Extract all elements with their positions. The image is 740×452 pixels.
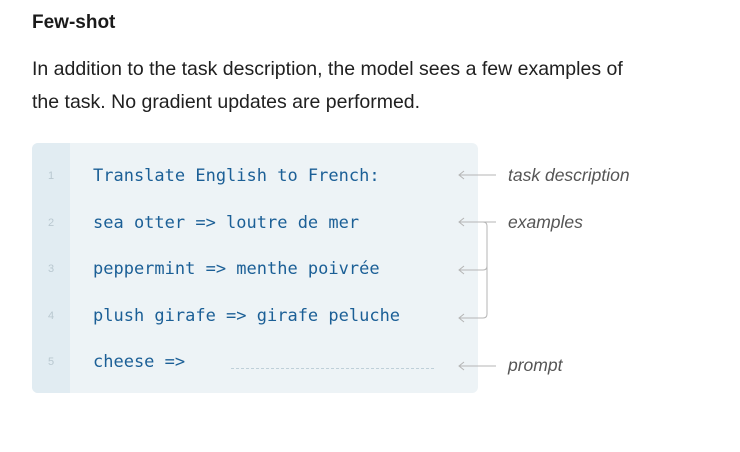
task-description-label: task description bbox=[508, 165, 630, 185]
task-description-arrow bbox=[458, 170, 496, 180]
annotation-arrows bbox=[458, 170, 496, 371]
examples-bracket bbox=[458, 217, 496, 323]
prompt-label: prompt bbox=[508, 355, 563, 375]
examples-label: examples bbox=[508, 212, 583, 232]
prompt-arrow bbox=[458, 361, 496, 371]
